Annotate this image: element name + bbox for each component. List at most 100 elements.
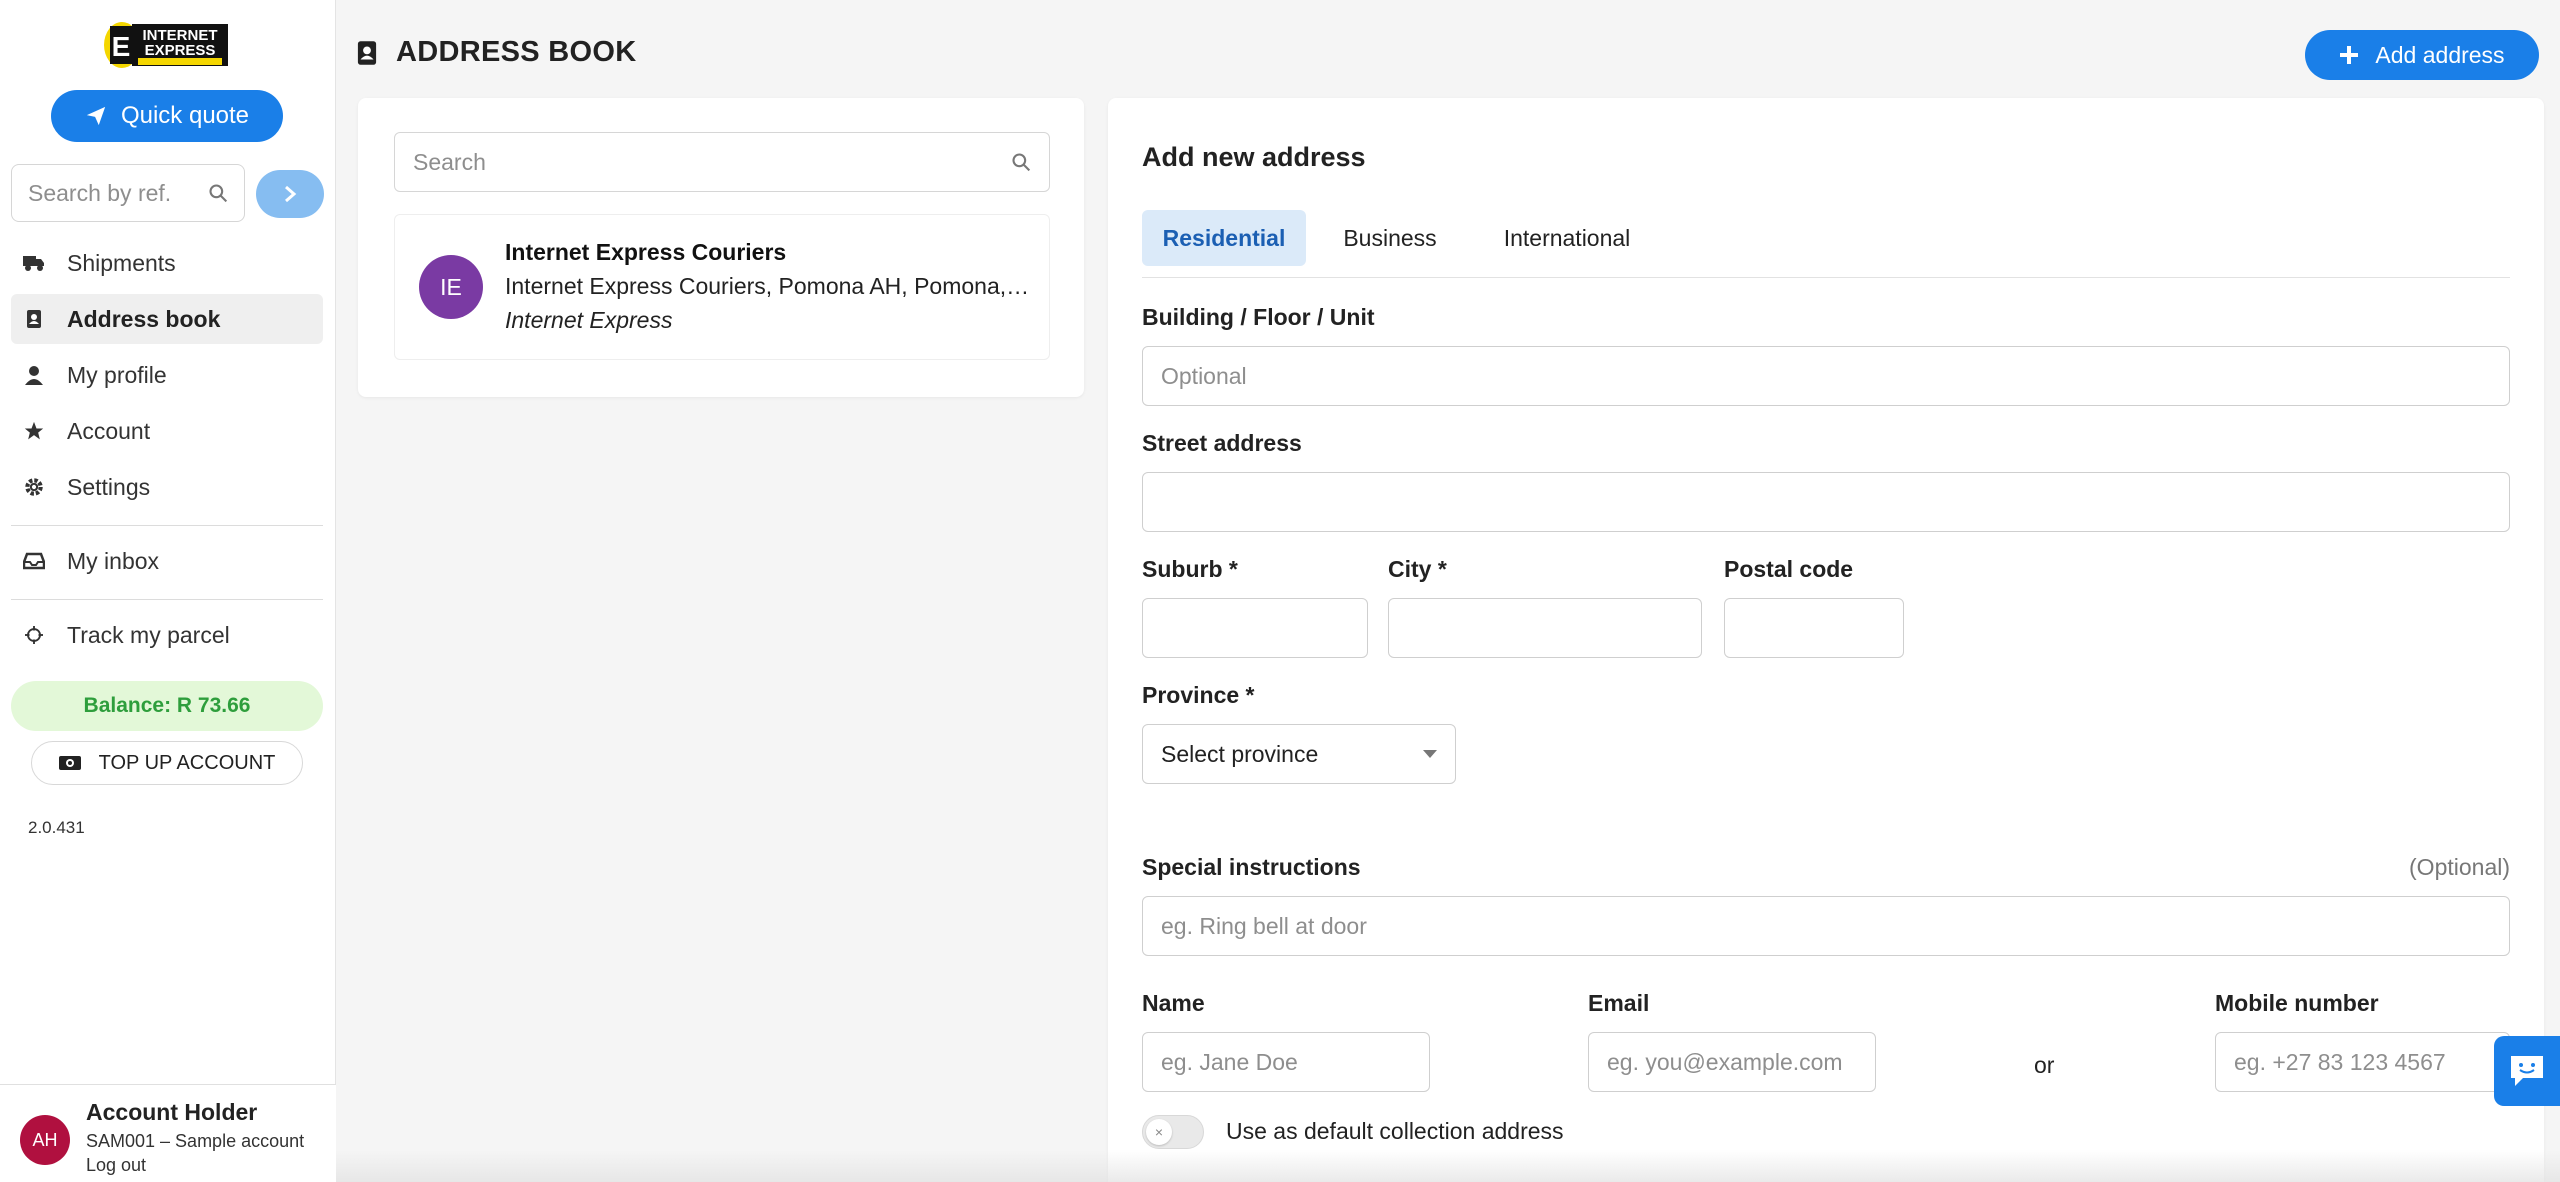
page-title: ADDRESS BOOK	[356, 36, 636, 69]
province-selected-value: Select province	[1161, 740, 1319, 767]
user-icon	[23, 364, 45, 386]
reference-search-placeholder: Search by ref.	[28, 179, 172, 206]
sidebar-item-account[interactable]: Account	[11, 406, 323, 456]
email-field[interactable]: eg. you@example.com	[1588, 1032, 1876, 1092]
account-name: Account Holder	[86, 1099, 258, 1125]
building-label: Building / Floor / Unit	[1142, 304, 1375, 330]
or-separator: or	[2034, 1052, 2055, 1078]
city-label: City *	[1388, 556, 1447, 582]
form-title: Add new address	[1142, 142, 1366, 172]
avatar[interactable]: AH	[20, 1115, 70, 1165]
crosshair-icon	[23, 624, 45, 646]
address-list-panel: Search IE Internet Express Couriers Inte…	[358, 98, 1084, 397]
internet-express-logo[interactable]: E INTERNET EXPRESS	[102, 20, 230, 70]
add-address-form: Add new address Residential Business Int…	[1108, 98, 2544, 1182]
search-icon	[209, 184, 228, 203]
suburb-label: Suburb *	[1142, 556, 1238, 582]
sidebar-item-my-profile[interactable]: My profile	[11, 350, 323, 400]
sidebar-item-label: Address book	[67, 305, 221, 332]
province-select[interactable]: Select province	[1142, 724, 1456, 784]
truck-icon	[23, 252, 45, 274]
add-address-label: Add address	[2375, 41, 2505, 68]
account-code: SAM001 – Sample account	[86, 1131, 305, 1151]
caret-down-icon	[1423, 750, 1437, 758]
add-address-button[interactable]: Add address	[2305, 30, 2539, 80]
plus-icon	[2340, 46, 2359, 64]
sidebar-item-address-book[interactable]: Address book	[11, 294, 323, 344]
address-book-icon	[357, 40, 377, 65]
sidebar-item-shipments[interactable]: Shipments	[11, 238, 323, 288]
search-icon	[1012, 153, 1031, 172]
sidebar-item-track-my-parcel[interactable]: Track my parcel	[11, 610, 323, 660]
contact-name-placeholder: eg. Jane Doe	[1161, 1048, 1298, 1075]
star-icon	[23, 420, 45, 442]
paper-plane-icon	[86, 106, 106, 126]
tab-international[interactable]: International	[1470, 210, 1664, 266]
page-title-text: ADDRESS BOOK	[396, 36, 637, 68]
tab-business[interactable]: Business	[1318, 210, 1462, 266]
svg-text:EXPRESS: EXPRESS	[145, 42, 216, 59]
chat-widget-button[interactable]	[2494, 1036, 2560, 1106]
special-instructions-optional-hint: (Optional)	[2409, 854, 2510, 880]
building-placeholder: Optional	[1161, 362, 1247, 389]
default-collection-label: Use as default collection address	[1226, 1118, 1564, 1144]
email-placeholder: eg. you@example.com	[1607, 1048, 1843, 1075]
contact-name-label: Name	[1142, 990, 1205, 1016]
address-search-input[interactable]: Search	[394, 132, 1050, 192]
sidebar: E INTERNET EXPRESS Quick quote Search by…	[0, 0, 336, 1182]
sidebar-item-my-inbox[interactable]: My inbox	[11, 536, 323, 586]
special-instructions-placeholder: eg. Ring bell at door	[1161, 912, 1367, 939]
sidebar-item-label: Account	[67, 417, 151, 444]
default-collection-toggle[interactable]: ×	[1142, 1115, 1204, 1149]
top-up-label: TOP UP ACCOUNT	[98, 751, 276, 774]
svg-text:E: E	[112, 31, 131, 62]
reference-search-go-button[interactable]	[256, 170, 324, 218]
sidebar-item-label: Shipments	[67, 249, 176, 276]
contact-address: Internet Express Couriers, Pomona AH, Po…	[505, 273, 1033, 299]
balance-badge: Balance: R 73.66	[11, 681, 323, 731]
street-address-input[interactable]	[1142, 472, 2510, 532]
chat-icon	[2511, 1056, 2543, 1086]
quick-quote-button[interactable]: Quick quote	[51, 90, 283, 142]
special-instructions-label: Special instructions	[1142, 854, 1361, 880]
contact-name: Internet Express Couriers	[505, 239, 787, 265]
contact-name-input[interactable]: eg. Jane Doe	[1142, 1032, 1430, 1092]
contact-organisation: Internet Express	[505, 307, 673, 333]
special-instructions-input[interactable]: eg. Ring bell at door	[1142, 896, 2510, 956]
building-input[interactable]: Optional	[1142, 346, 2510, 406]
money-icon	[58, 756, 81, 770]
suburb-input[interactable]	[1142, 598, 1368, 658]
mobile-number-input[interactable]: eg. +27 83 123 4567	[2215, 1032, 2510, 1092]
account-bar: AH Account Holder SAM001 – Sample accoun…	[0, 1084, 336, 1182]
city-input[interactable]	[1388, 598, 1702, 658]
top-up-account-button[interactable]: TOP UP ACCOUNT	[31, 741, 303, 785]
postal-code-label: Postal code	[1724, 556, 1854, 582]
sidebar-item-label: My profile	[67, 361, 167, 388]
contact-avatar: IE	[419, 255, 483, 319]
sidebar-divider	[11, 599, 323, 600]
logout-link[interactable]: Log out	[86, 1155, 146, 1176]
sidebar-item-label: Settings	[67, 473, 151, 500]
quick-quote-label: Quick quote	[120, 102, 250, 129]
mobile-number-placeholder: eg. +27 83 123 4567	[2234, 1048, 2446, 1075]
list-item[interactable]: IE Internet Express Couriers Internet Ex…	[394, 214, 1050, 360]
sidebar-item-label: My inbox	[67, 547, 160, 574]
app-version: 2.0.431	[28, 818, 85, 837]
reference-search-input[interactable]: Search by ref.	[11, 164, 245, 222]
email-label: Email	[1588, 990, 1650, 1016]
tab-residential[interactable]: Residential	[1142, 210, 1306, 266]
sidebar-divider	[11, 525, 323, 526]
province-label: Province *	[1142, 682, 1255, 708]
sidebar-item-settings[interactable]: Settings	[11, 462, 323, 512]
street-address-label: Street address	[1142, 430, 1302, 456]
mobile-number-label: Mobile number	[2215, 990, 2379, 1016]
postal-code-input[interactable]	[1724, 598, 1904, 658]
chevron-right-icon	[285, 185, 297, 203]
address-search-placeholder: Search	[413, 148, 486, 175]
address-book-icon	[23, 308, 45, 330]
inbox-icon	[23, 550, 45, 572]
toggle-off-x-icon: ×	[1146, 1119, 1172, 1145]
gear-icon	[23, 476, 45, 498]
sidebar-item-label: Track my parcel	[67, 621, 230, 648]
address-type-tabs: Residential Business International	[1142, 210, 2510, 278]
